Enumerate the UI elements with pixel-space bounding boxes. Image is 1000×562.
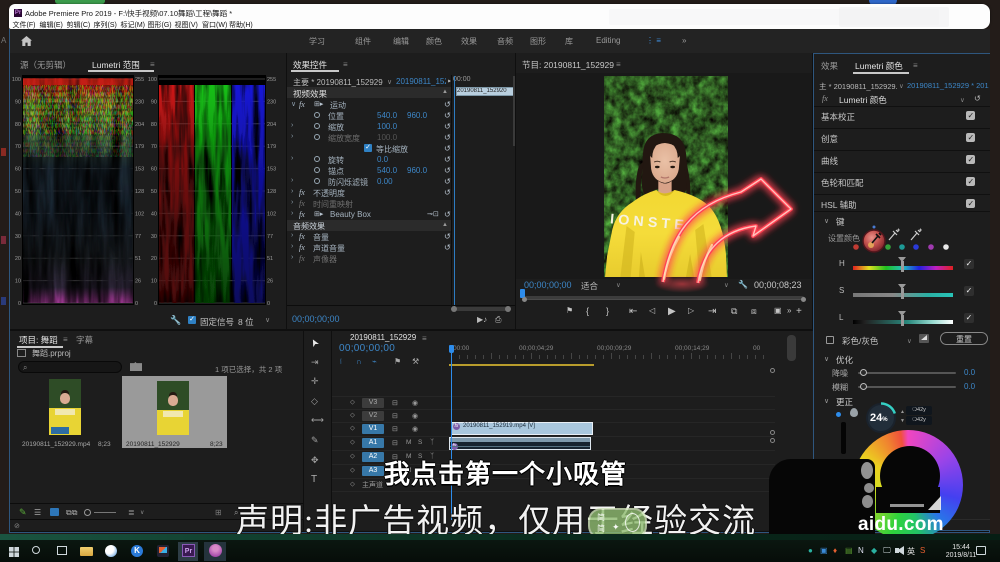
svg-text:70: 70 (15, 144, 21, 150)
svg-text:0: 0 (154, 301, 157, 307)
svg-text:26: 26 (135, 279, 141, 285)
svg-text:30: 30 (15, 234, 21, 240)
svg-text:255: 255 (267, 77, 276, 83)
svg-text:128: 128 (267, 189, 276, 195)
svg-text:40: 40 (151, 211, 157, 217)
svg-text:0: 0 (267, 301, 270, 307)
svg-text:20: 20 (151, 256, 157, 262)
svg-text:10: 10 (15, 279, 21, 285)
svg-text:128: 128 (135, 189, 144, 195)
svg-text:0: 0 (18, 301, 21, 307)
svg-text:153: 153 (135, 167, 144, 173)
svg-text:90: 90 (15, 99, 21, 105)
svg-text:102: 102 (135, 211, 144, 217)
svg-text:51: 51 (135, 256, 141, 262)
svg-text:10: 10 (151, 279, 157, 285)
svg-text:30: 30 (151, 234, 157, 240)
svg-text:50: 50 (151, 189, 157, 195)
svg-text:60: 60 (15, 167, 21, 173)
svg-text:204: 204 (135, 122, 144, 128)
svg-text:60: 60 (151, 167, 157, 173)
svg-text:80: 80 (15, 122, 21, 128)
svg-text:230: 230 (135, 99, 144, 105)
svg-text:255: 255 (135, 77, 144, 83)
svg-text:179: 179 (267, 144, 276, 150)
svg-text:77: 77 (135, 234, 141, 240)
svg-text:100: 100 (12, 77, 21, 83)
svg-text:102: 102 (267, 211, 276, 217)
svg-text:40: 40 (15, 211, 21, 217)
svg-text:26: 26 (267, 279, 273, 285)
svg-text:90: 90 (151, 99, 157, 105)
svg-text:100: 100 (148, 77, 157, 83)
svg-text:51: 51 (267, 256, 273, 262)
svg-text:230: 230 (267, 99, 276, 105)
svg-text:70: 70 (151, 144, 157, 150)
svg-text:204: 204 (267, 122, 276, 128)
svg-text:20: 20 (15, 256, 21, 262)
svg-text:153: 153 (267, 167, 276, 173)
svg-text:80: 80 (151, 122, 157, 128)
svg-text:77: 77 (267, 234, 273, 240)
svg-text:50: 50 (15, 189, 21, 195)
svg-text:179: 179 (135, 144, 144, 150)
svg-text:0: 0 (135, 301, 138, 307)
